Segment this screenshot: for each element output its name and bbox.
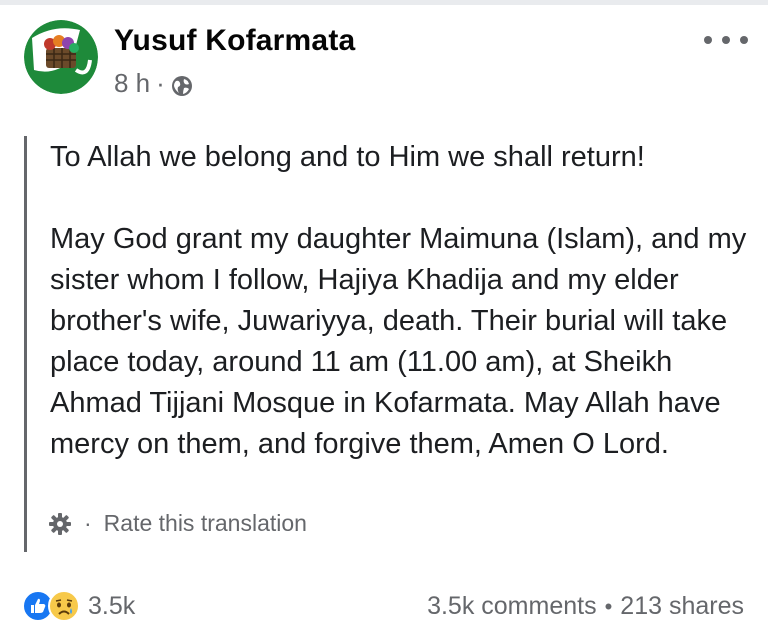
translation-quote-bar [24, 136, 27, 552]
post-time[interactable]: 8 h [114, 68, 150, 99]
more-options-icon[interactable] [704, 32, 748, 48]
top-divider [0, 0, 768, 5]
comments-count[interactable]: 3.5k comments [427, 592, 597, 621]
rate-translation-label[interactable]: Rate this translation [104, 510, 307, 537]
sad-icon [48, 590, 80, 622]
avatar[interactable] [24, 20, 98, 94]
avatar-image [24, 20, 98, 94]
engagement-stats: 3.5k comments • 213 shares [427, 592, 744, 621]
post-text: To Allah we belong and to Him we shall r… [50, 137, 750, 465]
meta-separator: · [156, 68, 165, 98]
reaction-count: 3.5k [88, 591, 136, 620]
gear-icon [48, 512, 72, 536]
post-paragraph-1: To Allah we belong and to Him we shall r… [50, 141, 645, 173]
post-meta: 8 h · [114, 68, 193, 99]
shares-count[interactable]: 213 shares [620, 592, 744, 621]
reaction-summary[interactable]: 3.5k [22, 590, 135, 622]
globe-icon[interactable] [171, 73, 193, 96]
rate-translation[interactable]: · Rate this translation [48, 510, 307, 537]
engagement-separator: • [604, 593, 613, 619]
post-author[interactable]: Yusuf Kofarmata [114, 24, 355, 58]
post-paragraph-2: May God grant my daughter Maimuna (Islam… [50, 223, 747, 460]
rate-separator: · [84, 510, 92, 536]
